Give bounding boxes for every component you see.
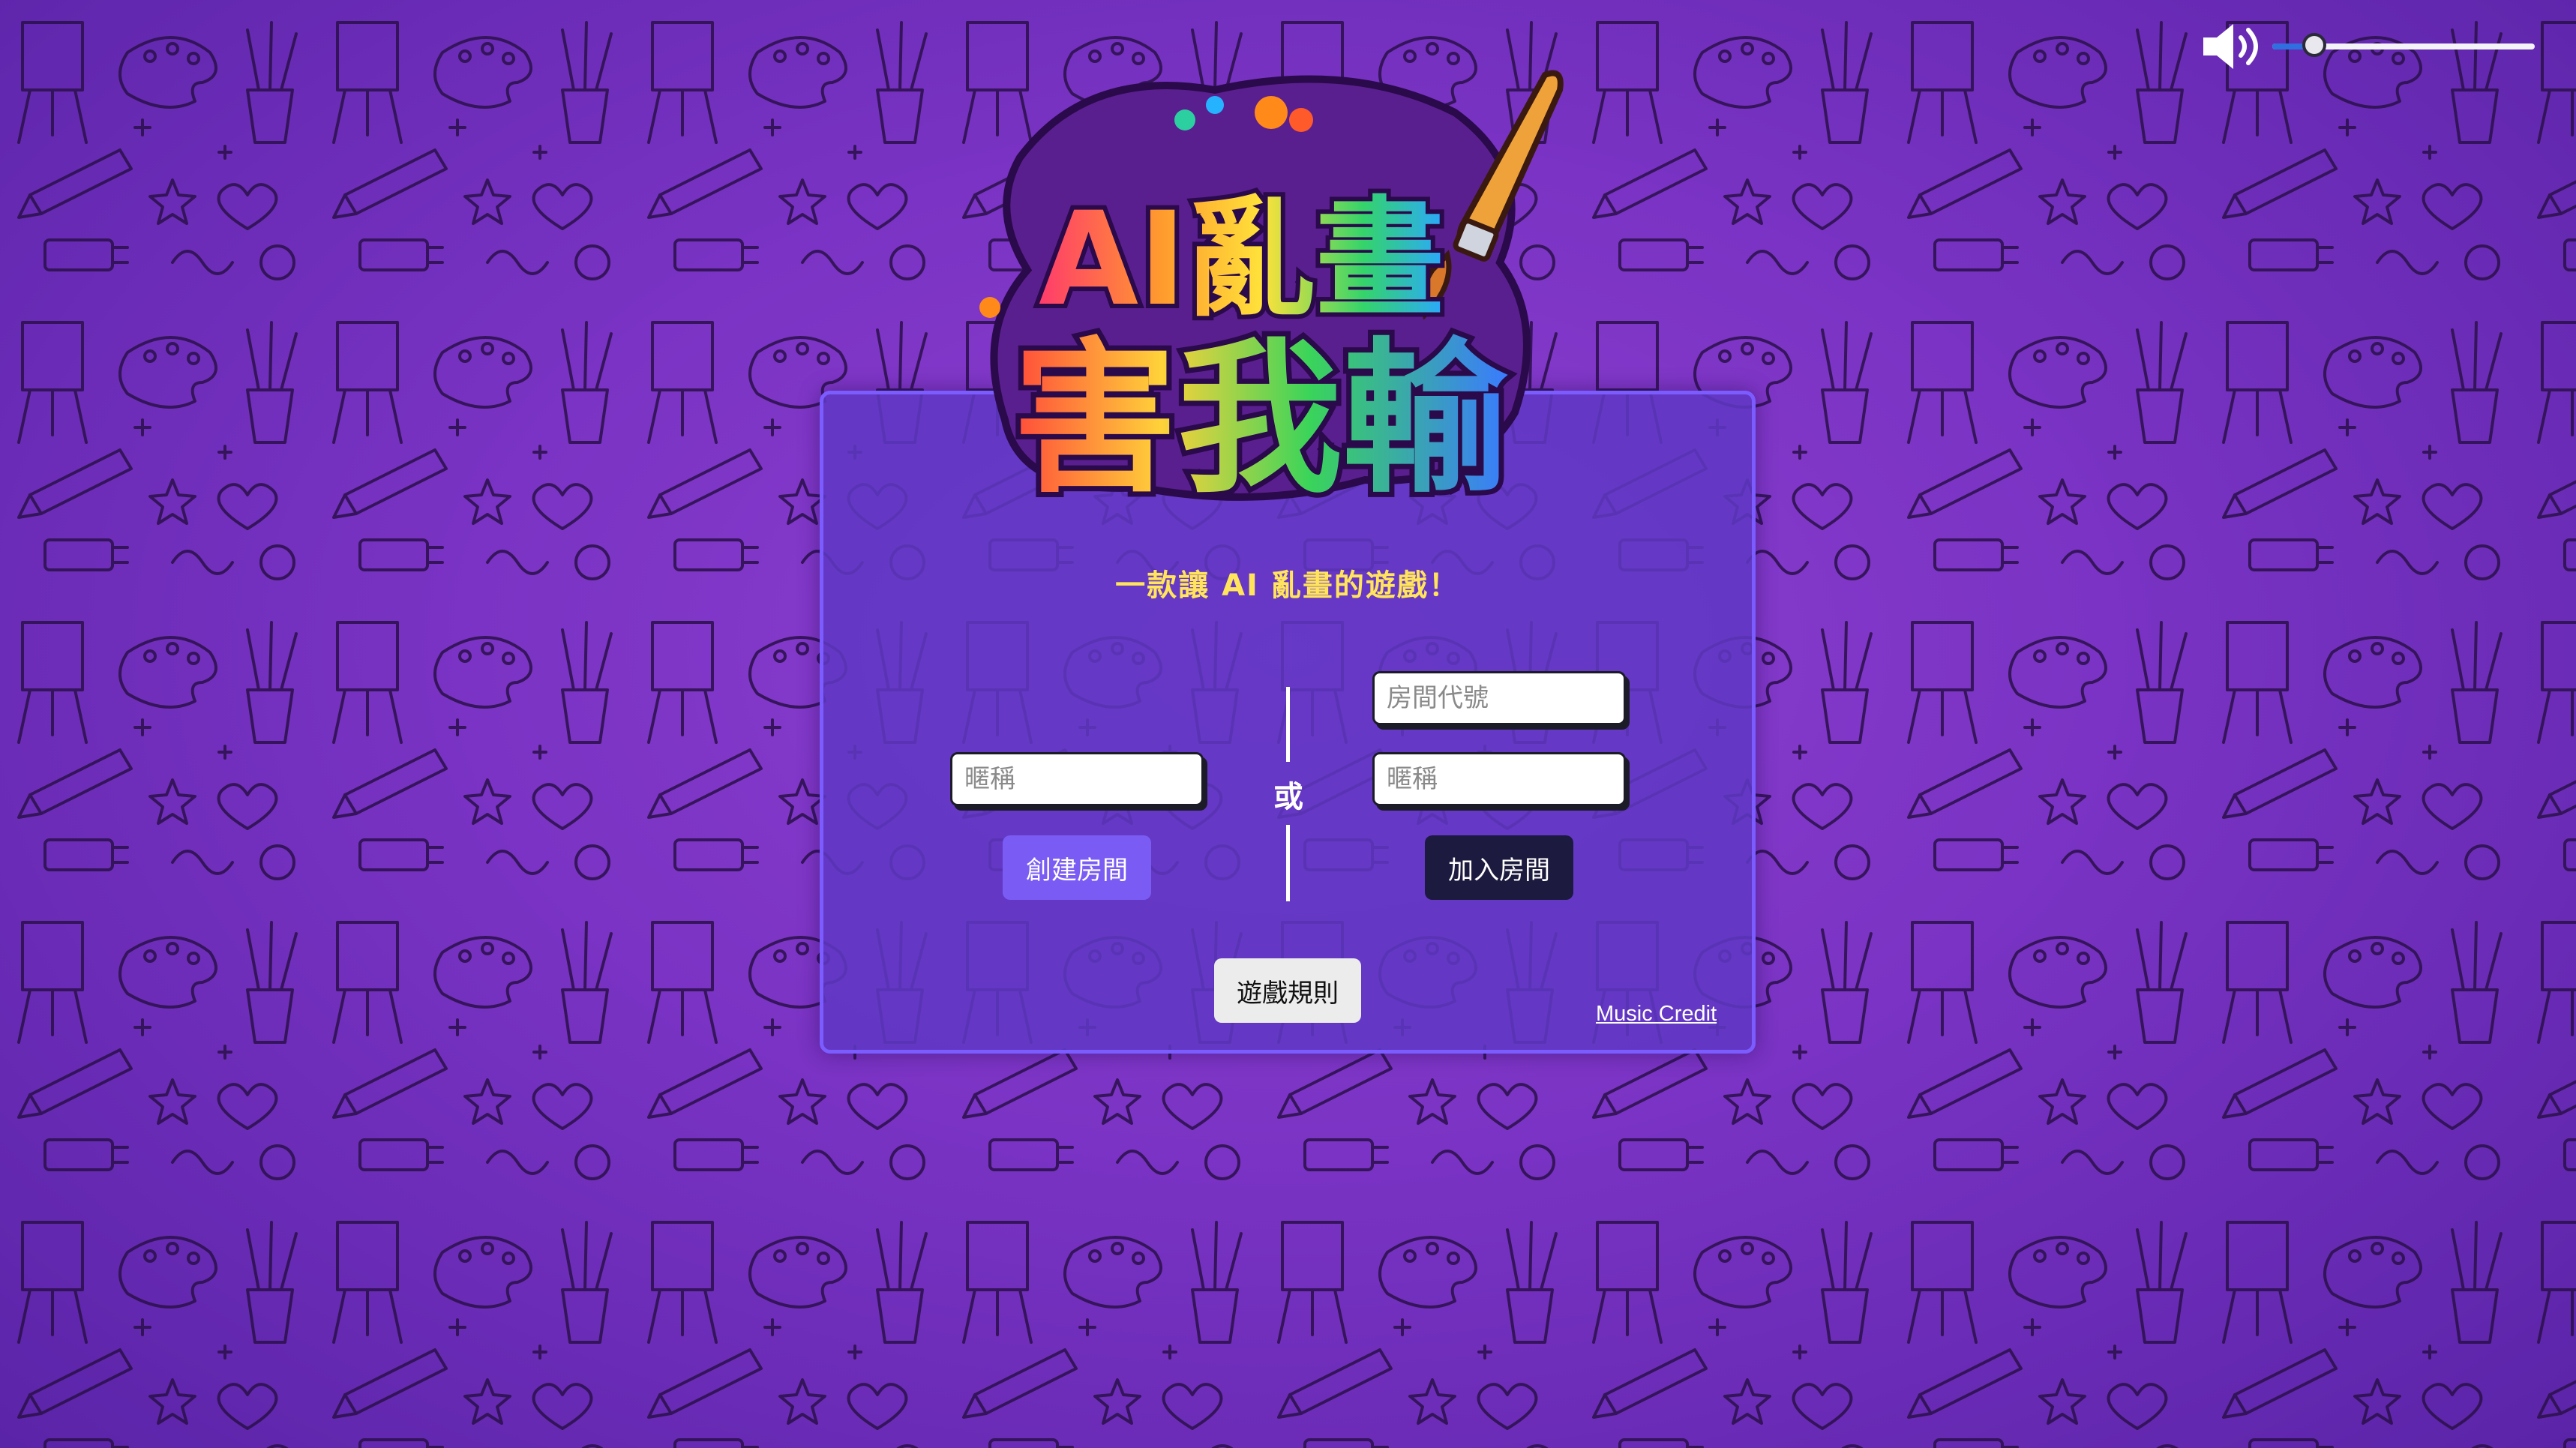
divider-line-top: [1286, 687, 1290, 762]
join-room-button[interactable]: 加入房間: [1425, 835, 1573, 900]
logo-line2: 害我輸: [1012, 323, 1508, 515]
volume-control: [2197, 16, 2542, 76]
room-code-input[interactable]: [1372, 671, 1626, 725]
tagline: 一款讓 AI 亂畫的遊戲！: [1115, 568, 1460, 603]
create-room-button[interactable]: 創建房間: [1003, 835, 1151, 900]
logo-line1: AI亂畫: [1039, 184, 1444, 334]
volume-thumb[interactable]: [2302, 33, 2326, 57]
speaker-high-icon[interactable]: [2197, 16, 2265, 76]
divider-line-bottom: [1286, 825, 1290, 901]
join-nickname-input[interactable]: [1372, 752, 1626, 806]
create-nickname-input[interactable]: [950, 752, 1204, 806]
music-credit-link[interactable]: Music Credit: [1596, 1002, 1717, 1027]
game-rules-button[interactable]: 遊戲規則: [1214, 958, 1361, 1023]
volume-slider[interactable]: [2272, 33, 2535, 57]
divider-or: 或: [1273, 780, 1303, 814]
game-logo: AI亂畫 害我輸: [979, 70, 1564, 520]
